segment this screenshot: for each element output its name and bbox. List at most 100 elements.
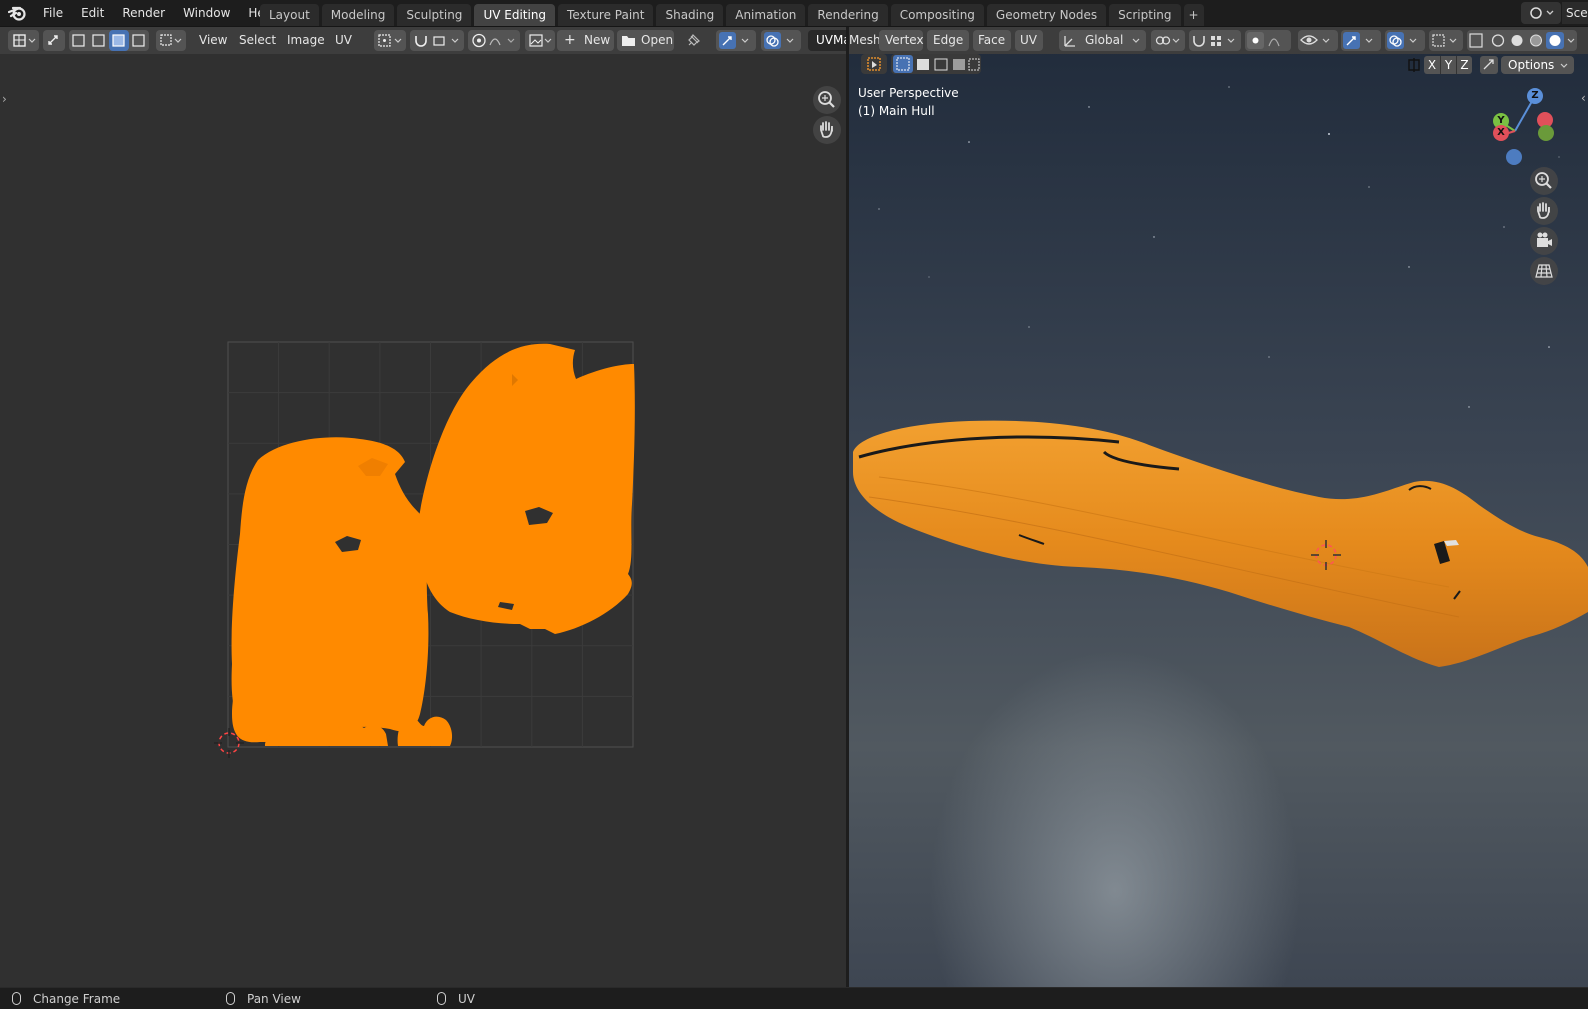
tab-layout[interactable]: Layout — [260, 4, 319, 26]
menu-edit[interactable]: Edit — [72, 0, 113, 27]
3d-menu-vertex-button[interactable]: Vertex — [879, 30, 924, 51]
viewport-background: ‹ — [849, 27, 1588, 987]
plus-icon: + — [564, 32, 576, 48]
top-bar: File Edit Render Window Help Layout Mode… — [0, 0, 1588, 27]
uv-pan-button[interactable] — [813, 116, 841, 144]
shading-mode-group[interactable] — [1467, 30, 1577, 51]
camera-icon — [1537, 232, 1552, 247]
image-icon — [529, 34, 552, 47]
shading-icons — [1469, 32, 1575, 49]
tab-texture-paint[interactable]: Texture Paint — [558, 4, 654, 26]
pivot-dropdown-3d[interactable] — [1151, 30, 1185, 51]
gizmo-dropdown-3d[interactable] — [1341, 30, 1381, 51]
3d-menu-mesh[interactable]: Mesh — [849, 27, 881, 54]
tab-sculpting[interactable]: Sculpting — [397, 4, 472, 26]
uv-menu-uv[interactable]: UV — [335, 27, 352, 54]
sticky-selection-dropdown[interactable] — [156, 30, 186, 51]
left-panel-toggle-icon: › — [2, 92, 7, 106]
select-tool-icon — [867, 57, 881, 71]
3d-menu-edge-button[interactable]: Edge — [927, 30, 969, 51]
zoom-icon — [818, 91, 835, 108]
tab-compositing[interactable]: Compositing — [890, 4, 984, 26]
proportional-edit-icon — [472, 33, 515, 48]
hand-icon — [820, 121, 833, 138]
3d-menu-edge: Edge — [933, 33, 964, 47]
uv-editor: View Select Image UV + New Open UVMa › — [0, 27, 851, 987]
uv-menu-view[interactable]: View — [199, 27, 227, 54]
face-select-mode-button[interactable] — [109, 30, 129, 51]
viewport-zoom-button[interactable] — [1530, 167, 1558, 195]
3d-viewport[interactable]: ‹ Mesh Vertex Edge Face UV Global X Y Z … — [849, 27, 1588, 987]
3d-menu-uv-button[interactable]: UV — [1015, 30, 1043, 51]
uv-canvas[interactable]: › — [0, 54, 846, 987]
image-browse-dropdown[interactable] — [525, 30, 555, 51]
scene-selector-button[interactable] — [1521, 2, 1561, 24]
menu-window[interactable]: Window — [174, 0, 239, 27]
menu-render[interactable]: Render — [113, 0, 174, 27]
status-bar: Change Frame Pan View UV — [0, 987, 1588, 1009]
uv-menu-select[interactable]: Select — [239, 27, 276, 54]
scene-icon — [1530, 7, 1554, 19]
mesh-edit-overlays-dropdown[interactable] — [1429, 30, 1463, 51]
navigation-gizmo[interactable]: Z Y X — [1489, 85, 1559, 165]
transform-orientation-dropdown[interactable]: Global — [1059, 30, 1146, 51]
3d-menu-face-button[interactable]: Face — [973, 30, 1011, 51]
gizmo-neg-z-axis[interactable] — [1506, 149, 1522, 165]
overlays-dropdown-3d[interactable] — [1385, 30, 1425, 51]
new-image-button[interactable]: + New — [557, 30, 614, 51]
auto-merge-toggle[interactable] — [1480, 56, 1498, 74]
eye-icon — [1300, 35, 1330, 45]
mirror-z-toggle[interactable]: Z — [1456, 56, 1472, 74]
camera-view-button[interactable] — [1530, 227, 1558, 255]
select-mode-3d-group[interactable] — [891, 54, 981, 74]
uv-overlays-dropdown[interactable] — [761, 30, 801, 51]
uv-menu-image[interactable]: Image — [287, 27, 325, 54]
orientation-label: Global — [1085, 33, 1124, 47]
pivot-icon — [378, 34, 402, 47]
pin-icon[interactable] — [684, 32, 702, 50]
active-tool-button[interactable] — [861, 54, 887, 74]
right-panel-toggle-icon[interactable]: ‹ — [1581, 91, 1586, 105]
sync-arrows-icon — [48, 35, 58, 45]
snapping-group-3d[interactable] — [1189, 30, 1241, 51]
gizmo-neg-y-axis[interactable] — [1538, 125, 1554, 141]
mirror-y-toggle[interactable]: Y — [1440, 56, 1456, 74]
viewport-pan-button[interactable] — [1530, 197, 1558, 225]
add-workspace-button[interactable]: + — [1183, 4, 1204, 26]
tab-scripting[interactable]: Scripting — [1109, 4, 1181, 26]
tab-rendering[interactable]: Rendering — [808, 4, 888, 26]
options-dropdown[interactable]: Options — [1501, 56, 1574, 74]
open-image-button[interactable]: Open — [617, 30, 674, 51]
scene-name-field[interactable]: Scen — [1562, 2, 1588, 24]
status-change-frame-label: Change Frame — [33, 992, 121, 1006]
grid-perspective-icon — [1535, 264, 1553, 278]
gizmo-z-axis[interactable]: Z — [1527, 88, 1543, 104]
zoom-3d-icon — [1535, 172, 1552, 189]
uv-gizmo-dropdown[interactable] — [716, 30, 756, 51]
visibility-dropdown[interactable] — [1298, 30, 1338, 51]
snapping-group[interactable] — [410, 30, 464, 51]
perspective-toggle-button[interactable] — [1530, 257, 1558, 285]
status-uv-label: UV — [458, 992, 475, 1006]
mirror-x-toggle[interactable]: X — [1424, 56, 1440, 74]
pivot-point-dropdown[interactable] — [374, 30, 406, 51]
gizmo-3d-icon — [1343, 32, 1373, 49]
editor-type-button[interactable] — [8, 30, 39, 51]
uv-map-selector[interactable]: UVMa — [808, 30, 851, 51]
tab-modeling[interactable]: Modeling — [321, 4, 395, 26]
tab-shading[interactable]: Shading — [656, 4, 724, 26]
proportional-editing-group[interactable] — [468, 30, 520, 51]
blender-logo-icon[interactable] — [8, 4, 28, 22]
gizmo-x-axis[interactable]: X — [1493, 125, 1509, 141]
uv-zoom-button[interactable] — [813, 86, 841, 114]
sync-selection-toggle[interactable] — [43, 30, 65, 51]
proportional-editing-3d[interactable] — [1245, 30, 1291, 51]
magnet-3d-icon — [1193, 36, 1235, 47]
uv-editor-header: View Select Image UV + New Open UVMa — [0, 27, 851, 54]
mirror-axis-icon[interactable] — [1406, 57, 1422, 73]
menu-file[interactable]: File — [34, 0, 72, 27]
chevron-down-icon — [1560, 63, 1568, 68]
tab-geometry-nodes[interactable]: Geometry Nodes — [986, 4, 1107, 26]
tab-animation[interactable]: Animation — [726, 4, 806, 26]
tab-uv-editing[interactable]: UV Editing — [474, 4, 556, 26]
